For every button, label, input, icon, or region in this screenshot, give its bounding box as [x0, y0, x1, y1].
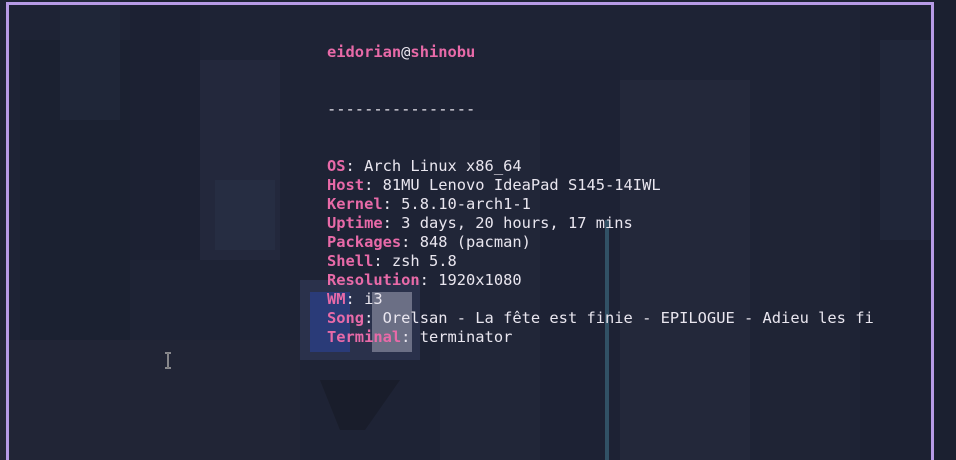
- info-row: WM: i3: [327, 290, 874, 309]
- text-cursor-icon: [165, 352, 171, 369]
- info-row: Packages: 848 (pacman): [327, 233, 874, 252]
- separator-line: ----------------: [327, 100, 476, 118]
- username: eidorian: [327, 43, 402, 61]
- info-key: Terminal: [327, 328, 402, 346]
- info-value: terminator: [419, 328, 513, 346]
- info-key: OS: [327, 157, 346, 175]
- info-key-suffix: :: [401, 328, 420, 346]
- user-host-line: eidorian@shinobu: [327, 43, 874, 62]
- info-key-suffix: :: [373, 252, 392, 270]
- info-value: 1920x1080: [438, 271, 522, 289]
- info-key-suffix: :: [419, 271, 439, 289]
- info-key: Packages: [327, 233, 402, 251]
- hostname: shinobu: [410, 43, 476, 61]
- info-key: Kernel: [327, 195, 383, 213]
- info-row: Resolution: 1920x1080: [327, 271, 874, 290]
- info-key: WM: [327, 290, 346, 308]
- info-value: i3: [364, 290, 383, 308]
- info-value: 81MU Lenovo IdeaPad S145-14IWL: [382, 176, 661, 194]
- info-key: Resolution: [327, 271, 420, 289]
- info-key-suffix: :: [345, 157, 365, 175]
- info-key: Host: [327, 176, 365, 194]
- info-key-suffix: :: [364, 309, 383, 327]
- info-value: Orelsan - La fête est finie - EPILOGUE -…: [382, 309, 874, 327]
- info-value: 848 (pacman): [419, 233, 531, 251]
- info-key-suffix: :: [382, 214, 402, 232]
- desktop-wallpaper: eidorian@shinobu ---------------- OS: Ar…: [0, 0, 956, 460]
- info-row: Shell: zsh 5.8: [327, 252, 874, 271]
- info-row: Uptime: 3 days, 20 hours, 17 mins: [327, 214, 874, 233]
- info-value: 3 days, 20 hours, 17 mins: [401, 214, 633, 232]
- info-row: Host: 81MU Lenovo IdeaPad S145-14IWL: [327, 176, 874, 195]
- info-key-suffix: :: [345, 290, 365, 308]
- info-row: Terminal: terminator: [327, 328, 874, 347]
- info-row: Kernel: 5.8.10-arch1-1: [327, 195, 874, 214]
- info-value: Arch Linux x86_64: [364, 157, 522, 175]
- info-row: Song: Orelsan - La fête est finie - EPIL…: [327, 309, 874, 328]
- info-key-suffix: :: [364, 176, 383, 194]
- info-key-suffix: :: [382, 195, 402, 213]
- info-row: OS: Arch Linux x86_64: [327, 157, 874, 176]
- neofetch-output: eidorian@shinobu ---------------- OS: Ar…: [327, 5, 874, 385]
- info-key: Uptime: [327, 214, 383, 232]
- info-key: Song: [327, 309, 365, 327]
- info-value: 5.8.10-arch1-1: [401, 195, 531, 213]
- info-key-suffix: :: [401, 233, 420, 251]
- info-value: zsh 5.8: [391, 252, 457, 270]
- info-key: Shell: [327, 252, 374, 270]
